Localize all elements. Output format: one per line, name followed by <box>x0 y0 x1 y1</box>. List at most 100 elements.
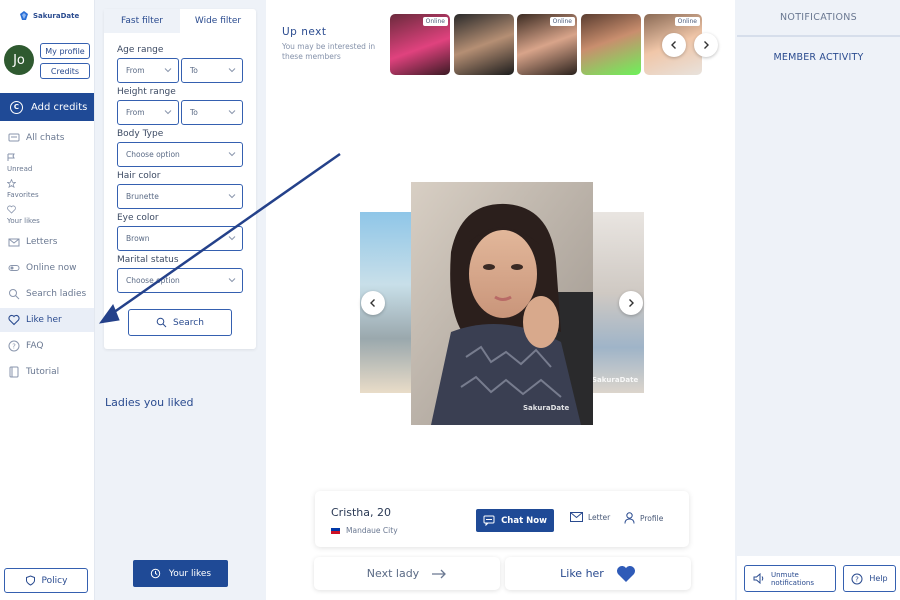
height-to-select[interactable]: To <box>181 100 243 125</box>
carousel-prev-button[interactable] <box>662 33 686 57</box>
help-button[interactable]: ? Help <box>843 565 896 592</box>
sidebar-item-label: All chats <box>26 133 65 143</box>
sidebar-item-search-ladies[interactable]: Search ladies <box>0 288 94 300</box>
sidebar-item-tutorial[interactable]: Tutorial <box>0 366 94 378</box>
hair-color-label: Hair color <box>117 171 161 181</box>
sidebar-item-unread[interactable]: Unread <box>7 153 32 174</box>
star-icon <box>6 178 17 189</box>
policy-button[interactable]: Policy <box>4 568 88 593</box>
up-next-thumbnail[interactable]: Online <box>517 14 577 75</box>
lady-name-age: Cristha, 20 <box>331 506 392 519</box>
member-activity-header[interactable]: MEMBER ACTIVITY <box>737 52 900 63</box>
letter-label: Letter <box>588 512 611 522</box>
photo-watermark: SakuraDate <box>523 404 570 412</box>
marital-status-select[interactable]: Choose option <box>117 268 243 293</box>
sidebar-item-all-chats[interactable]: All chats <box>0 132 94 144</box>
svg-text:?: ? <box>856 575 860 583</box>
chat-icon <box>483 515 495 526</box>
up-next-title: Up next <box>282 26 327 38</box>
height-from-select[interactable]: From <box>117 100 179 125</box>
sidebar-item-label: Favorites <box>7 191 39 199</box>
next-lady-button[interactable]: Next lady <box>314 557 500 590</box>
sidebar-item-faq[interactable]: ? FAQ <box>0 340 94 352</box>
age-to-value: To <box>190 66 198 75</box>
sidebar-item-label: Tutorial <box>26 367 60 377</box>
filter-panel: Fast filter Wide filter Age range From T… <box>104 9 256 349</box>
chevron-down-icon <box>228 194 236 199</box>
age-to-select[interactable]: To <box>181 58 243 83</box>
chevron-down-icon <box>228 236 236 241</box>
my-profile-button[interactable]: My profile <box>40 43 90 59</box>
svg-text:?: ? <box>12 343 16 351</box>
search-icon <box>9 289 20 300</box>
sidebar-item-label: Unread <box>7 165 33 173</box>
profile-button[interactable]: Profile <box>624 512 663 524</box>
sakura-logo-icon <box>20 11 28 20</box>
up-next-thumbnail[interactable] <box>454 14 514 75</box>
photo-watermark: SakuraDate <box>592 376 639 384</box>
sidebar-item-your-likes[interactable]: Your likes <box>7 205 40 226</box>
notifications-header[interactable]: NOTIFICATIONS <box>737 0 900 37</box>
body-type-select[interactable]: Choose option <box>117 142 243 167</box>
sidebar-item-letters[interactable]: Letters <box>0 236 94 248</box>
right-panel-footer: Unmute notifications ? Help <box>737 556 900 600</box>
like-her-label: Like her <box>560 567 604 580</box>
left-sidebar: SakuraDate Jo My profile Credits C Add c… <box>0 0 95 600</box>
sidebar-item-label: FAQ <box>26 341 44 351</box>
tab-fast-filter[interactable]: Fast filter <box>104 9 180 33</box>
chevron-left-icon <box>671 41 676 49</box>
search-button-label: Search <box>173 317 204 328</box>
carousel-next-button[interactable] <box>694 33 718 57</box>
arrow-right-icon <box>432 569 447 578</box>
chevron-right-icon <box>704 41 709 49</box>
hair-color-select[interactable]: Brunette <box>117 184 243 209</box>
chat-now-button[interactable]: Chat Now <box>476 509 554 532</box>
eye-color-select[interactable]: Brown <box>117 226 243 251</box>
sidebar-item-like-her[interactable]: Like her <box>0 308 94 332</box>
height-range-label: Height range <box>117 87 176 97</box>
heart-icon <box>616 565 635 582</box>
body-type-value: Choose option <box>126 150 180 159</box>
chevron-right-icon <box>629 299 634 307</box>
chat-icon <box>8 133 20 142</box>
sidebar-item-favorites[interactable]: Favorites <box>6 178 39 200</box>
shield-icon <box>25 575 35 586</box>
age-from-value: From <box>126 66 145 75</box>
right-panel: NOTIFICATIONS MEMBER ACTIVITY Unmute not… <box>737 0 900 600</box>
chevron-down-icon <box>164 68 172 73</box>
age-range-label: Age range <box>117 45 164 55</box>
flag-icon <box>7 153 15 161</box>
hair-color-value: Brunette <box>126 192 159 201</box>
credits-button[interactable]: Credits <box>40 63 90 79</box>
sidebar-item-label: Search ladies <box>26 289 87 299</box>
marital-status-value: Choose option <box>126 276 180 285</box>
photo-prev-button[interactable] <box>361 291 385 315</box>
chevron-down-icon <box>228 278 236 283</box>
search-button[interactable]: Search <box>128 309 232 336</box>
chevron-down-icon <box>228 68 236 73</box>
next-lady-label: Next lady <box>366 567 420 580</box>
body-type-label: Body Type <box>117 129 164 139</box>
tab-wide-filter[interactable]: Wide filter <box>180 9 256 33</box>
age-from-select[interactable]: From <box>117 58 179 83</box>
sidebar-item-online-now[interactable]: Online now <box>0 262 94 274</box>
up-next-thumbnail[interactable]: Online <box>390 14 450 75</box>
profile-photo-image <box>411 182 593 425</box>
eye-color-label: Eye color <box>117 213 159 223</box>
brand-logo[interactable]: SakuraDate <box>18 10 79 22</box>
like-her-button[interactable]: Like her <box>505 557 691 590</box>
add-credits-button[interactable]: C Add credits <box>0 93 94 121</box>
history-icon <box>150 568 161 579</box>
lady-location: Mandaue City <box>331 526 398 535</box>
user-avatar[interactable]: Jo <box>4 45 34 75</box>
letter-button[interactable]: Letter <box>570 512 610 522</box>
unmute-label: Unmute notifications <box>771 571 814 587</box>
up-next-thumbnail[interactable] <box>581 14 641 75</box>
unmute-notifications-button[interactable]: Unmute notifications <box>744 565 836 592</box>
online-badge: Online <box>422 17 448 26</box>
your-likes-button[interactable]: Your likes <box>133 560 228 587</box>
filter-tabs: Fast filter Wide filter <box>104 9 256 33</box>
photo-next-button[interactable] <box>619 291 643 315</box>
chevron-down-icon <box>228 110 236 115</box>
main-profile-photo[interactable]: SakuraDate <box>411 182 593 425</box>
